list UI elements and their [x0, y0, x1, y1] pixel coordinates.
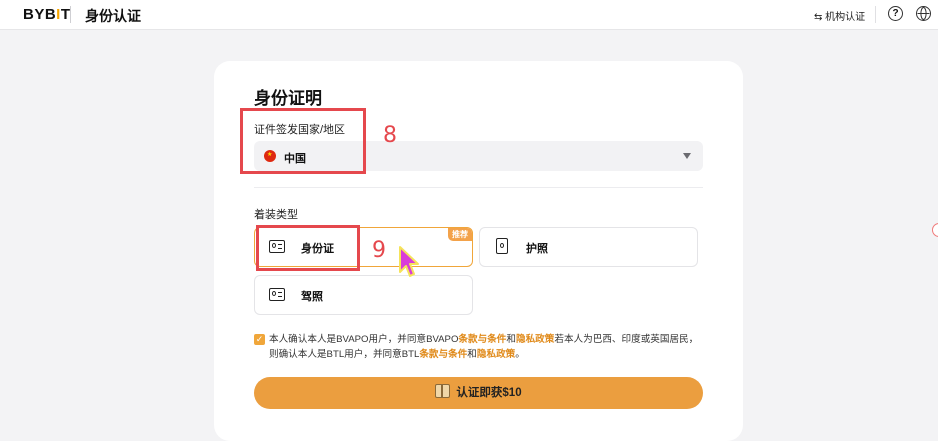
terms-text: 本人确认本人是BVAPO用户，并同意BVAPO条款与条件和隐私政策若本人为巴西、…: [269, 332, 707, 362]
terms-part: 。: [515, 349, 525, 360]
document-type-label: 着装类型: [254, 209, 298, 221]
china-flag-icon: ★: [264, 150, 276, 162]
mouse-cursor-icon: [399, 246, 419, 277]
section-title: 身份证明: [254, 89, 322, 108]
terms-link[interactable]: 条款与条件: [458, 334, 506, 345]
header-divider-right: [875, 6, 876, 23]
globe-icon[interactable]: [916, 6, 931, 21]
option-passport[interactable]: 护照: [479, 227, 698, 267]
country-select[interactable]: ★ 中国: [254, 141, 703, 171]
option-label: 驾照: [301, 291, 323, 303]
id-card-icon: [269, 240, 285, 253]
terms-part: 和: [506, 334, 516, 345]
terms-link-btl[interactable]: 条款与条件: [419, 349, 467, 360]
terms-part: 和: [467, 349, 477, 360]
annotation-number-9: 9: [372, 238, 386, 263]
agree-checkbox[interactable]: ✓: [254, 334, 265, 345]
country-label: 证件签发国家/地区: [254, 124, 346, 136]
question-icon[interactable]: ?: [888, 6, 903, 21]
privacy-link[interactable]: 隐私政策: [516, 334, 554, 345]
section-divider: [254, 187, 703, 188]
cta-label: 认证即获$10: [456, 387, 522, 399]
annotation-number-8: 8: [383, 123, 397, 148]
recommended-badge: 推荐: [448, 228, 472, 241]
side-widget-icon[interactable]: [932, 223, 938, 237]
bybit-logo[interactable]: BYBIT: [23, 6, 71, 23]
institutional-verify-link[interactable]: ⇆ 机构认证: [814, 8, 865, 23]
option-id-card[interactable]: 身份证 推荐: [254, 227, 473, 267]
terms-part: 本人确认本人是BVAPO用户，并同意BVAPO: [269, 334, 459, 345]
page-title: 身份认证: [85, 8, 141, 24]
top-bar: BYBIT 身份认证 ⇆ 机构认证 ?: [0, 0, 938, 30]
privacy-link-btl[interactable]: 隐私政策: [477, 349, 515, 360]
drivers-license-icon: [269, 288, 285, 301]
country-value: 中国: [284, 153, 306, 165]
option-label: 身份证: [301, 243, 334, 255]
option-drivers-license[interactable]: 驾照: [254, 275, 473, 315]
passport-icon: [496, 238, 508, 254]
verify-submit-button[interactable]: 认证即获$10: [254, 377, 703, 409]
gift-icon: [435, 384, 451, 398]
caret-down-icon: [683, 153, 691, 159]
header-divider: [70, 6, 71, 23]
option-label: 护照: [526, 243, 548, 255]
